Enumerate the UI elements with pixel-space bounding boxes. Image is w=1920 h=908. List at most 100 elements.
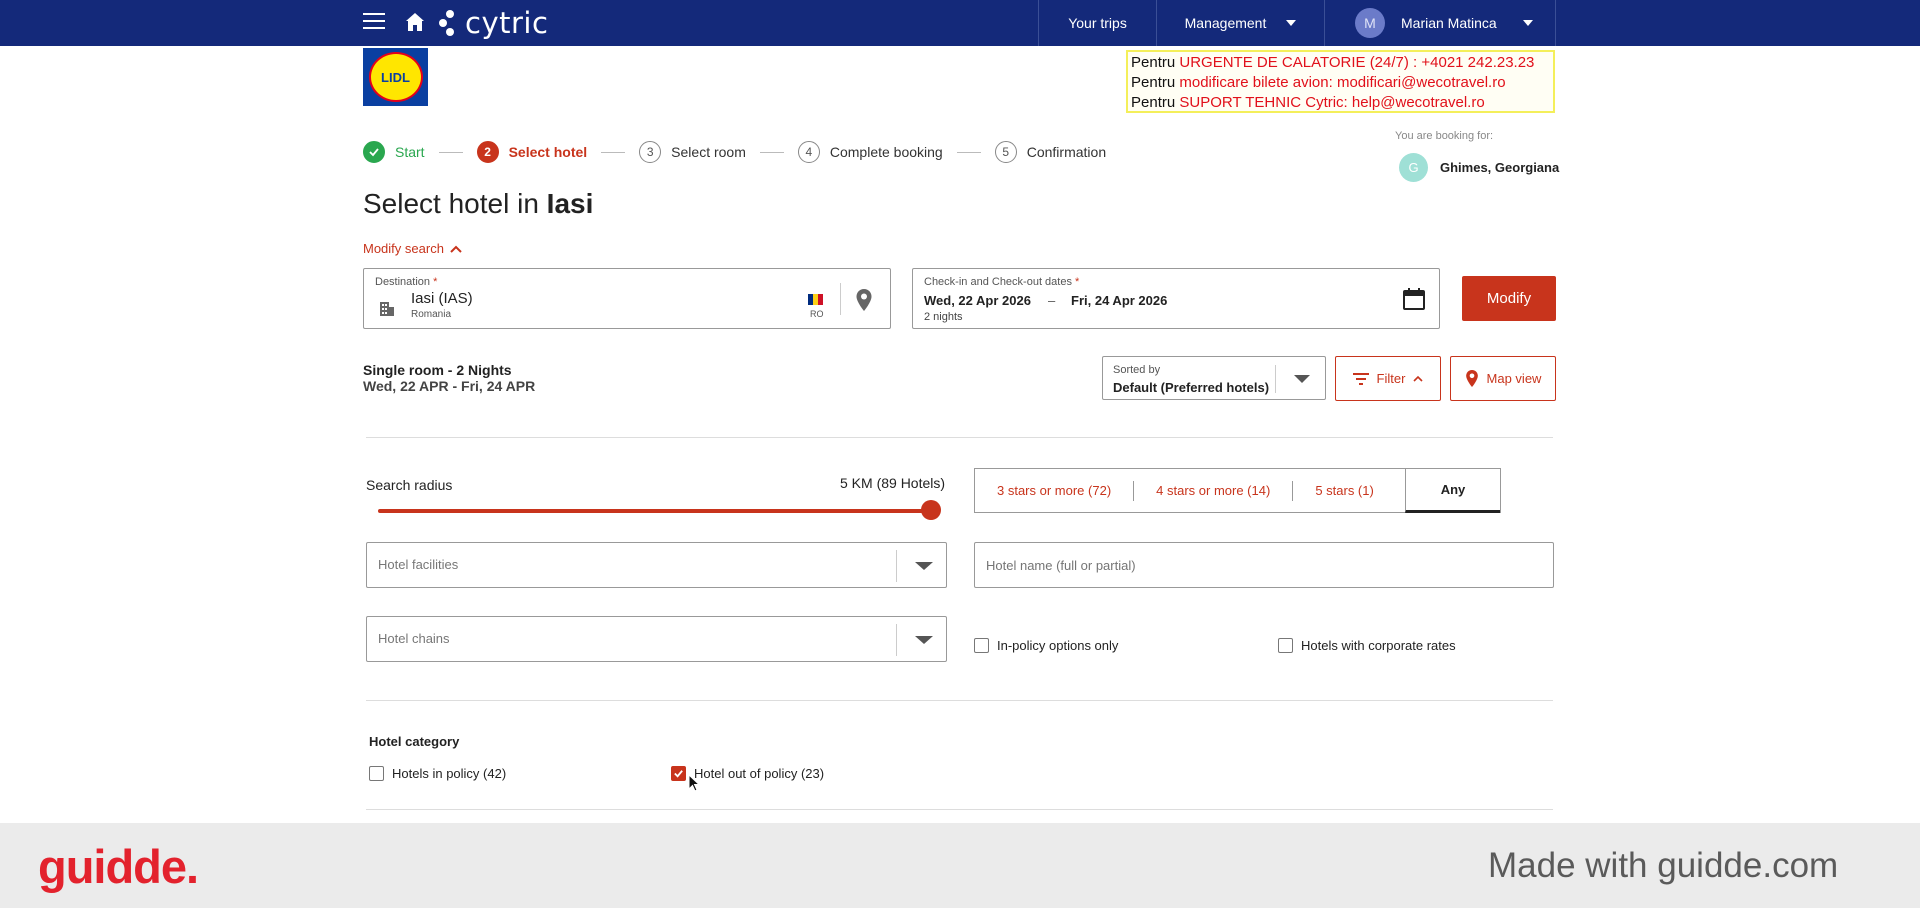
home-icon[interactable] xyxy=(403,10,427,34)
cytric-logo-icon xyxy=(439,10,454,36)
dates-label: Check-in and Check-out dates * xyxy=(924,276,1079,288)
step-label: Confirmation xyxy=(1026,144,1107,160)
nav-management[interactable]: Management xyxy=(1156,0,1324,46)
destination-label-text: Destination xyxy=(375,276,431,288)
divider xyxy=(366,809,1553,810)
check-icon xyxy=(363,141,385,163)
divider xyxy=(840,283,841,315)
dates-field[interactable]: Check-in and Check-out dates * Wed, 22 A… xyxy=(912,268,1440,329)
contact-line: Pentru SUPORT TEHNIC Cytric: help@wecotr… xyxy=(1131,93,1550,113)
star-option-3[interactable]: 3 stars or more (72) xyxy=(975,480,1135,501)
nav-your-trips[interactable]: Your trips xyxy=(1038,0,1156,46)
step-number: 3 xyxy=(639,141,662,163)
hotels-in-policy-checkbox[interactable]: Hotels in policy (42) xyxy=(369,766,506,781)
location-pin-icon xyxy=(1465,369,1478,388)
nav-menu: Your trips Management M Marian Matinca xyxy=(1038,0,1556,46)
step-confirmation: 5 Confirmation xyxy=(994,141,1107,163)
chevron-down-icon xyxy=(915,562,933,570)
corporate-rates-checkbox[interactable]: Hotels with corporate rates xyxy=(1278,638,1456,653)
checkbox-label: Hotel out of policy (23) xyxy=(694,766,825,781)
step-label: Complete booking xyxy=(829,144,943,160)
destination-value: Iasi (IAS) xyxy=(411,290,473,307)
contact-tech-support: SUPORT TEHNIC Cytric: help@wecotravel.ro xyxy=(1179,94,1485,111)
checkbox[interactable] xyxy=(974,638,989,653)
contact-line: Pentru URGENTE DE CALATORIE (24/7) : +40… xyxy=(1131,53,1550,73)
star-option-any[interactable]: Any xyxy=(1405,468,1500,513)
star-option-4[interactable]: 4 stars or more (14) xyxy=(1134,480,1294,501)
search-radius-label: Search radius xyxy=(366,477,453,493)
step-start[interactable]: Start xyxy=(363,141,425,163)
chevron-up-icon xyxy=(1413,375,1424,382)
search-radius-value: 5 KM (89 Hotels) xyxy=(840,475,946,491)
filter-button[interactable]: Filter xyxy=(1335,356,1441,401)
destination-field[interactable]: Destination * Iasi (IAS) Romania RO xyxy=(363,268,891,329)
country-code: RO xyxy=(810,309,824,319)
booking-stepper: Start 2 Select hotel 3 Select room 4 Com… xyxy=(363,141,1106,163)
page-title-city: Iasi xyxy=(546,188,594,219)
chevron-down-icon xyxy=(1522,20,1533,26)
step-divider xyxy=(759,151,784,153)
chevron-down-icon xyxy=(915,636,933,644)
destination-country: Romania xyxy=(411,309,452,320)
step-label: Select hotel xyxy=(508,144,588,160)
divider xyxy=(1275,365,1276,393)
divider xyxy=(366,700,1553,701)
map-view-label: Map view xyxy=(1486,371,1542,386)
nav-management-label: Management xyxy=(1184,15,1267,31)
date-summary: Wed, 22 APR - Fri, 24 APR xyxy=(363,378,536,394)
contact-prefix: Pentru xyxy=(1131,54,1180,71)
company-logo: LIDL xyxy=(363,48,428,106)
hotel-facilities-placeholder: Hotel facilities xyxy=(378,557,459,572)
checkbox[interactable] xyxy=(1278,638,1293,653)
top-nav: cytric Your trips Management M Marian Ma… xyxy=(0,0,1920,46)
step-label: Start xyxy=(395,144,425,160)
guidde-logo: guidde. xyxy=(38,840,199,893)
calendar-icon[interactable] xyxy=(1402,287,1426,311)
chevron-up-icon xyxy=(450,245,462,253)
step-divider xyxy=(438,151,463,153)
divider xyxy=(896,550,897,582)
star-option-5[interactable]: 5 stars (1) xyxy=(1293,481,1396,501)
booking-for-label: You are booking for: xyxy=(1395,130,1494,142)
in-policy-only-checkbox[interactable]: In-policy options only xyxy=(974,638,1118,653)
modify-button[interactable]: Modify xyxy=(1462,276,1556,321)
company-logo-text: LIDL xyxy=(381,69,410,85)
cytric-logo[interactable]: cytric xyxy=(437,6,548,40)
contact-prefix: Pentru xyxy=(1131,94,1180,111)
made-with-text: Made with guidde.com xyxy=(1488,846,1839,885)
dates-label-text: Check-in and Check-out dates xyxy=(924,276,1072,288)
sort-label: Sorted by xyxy=(1113,364,1161,376)
checkbox-label: Hotels with corporate rates xyxy=(1301,638,1456,653)
sort-dropdown[interactable]: Sorted by Default (Preferred hotels) xyxy=(1102,356,1326,400)
traveler: G Ghimes, Georgiana xyxy=(1399,153,1559,182)
checkbox-checked[interactable] xyxy=(671,766,686,781)
hotel-name-input[interactable] xyxy=(974,542,1554,588)
building-icon xyxy=(380,302,394,316)
user-menu[interactable]: M Marian Matinca xyxy=(1324,0,1556,46)
avatar: M xyxy=(1355,8,1385,38)
search-radius-slider[interactable] xyxy=(378,509,931,513)
required-marker: * xyxy=(433,276,438,288)
step-divider xyxy=(956,151,981,153)
map-view-button[interactable]: Map view xyxy=(1450,356,1556,401)
modify-search-toggle[interactable]: Modify search xyxy=(363,241,462,256)
company-logo-circle: LIDL xyxy=(368,52,423,102)
date-separator: – xyxy=(1048,293,1056,308)
chevron-down-icon xyxy=(1294,375,1310,383)
step-complete-booking: 4 Complete booking xyxy=(797,141,943,163)
hotel-facilities-dropdown[interactable]: Hotel facilities xyxy=(366,542,947,588)
traveler-avatar: G xyxy=(1399,153,1428,182)
hotel-chains-placeholder: Hotel chains xyxy=(378,631,450,646)
checkout-date: Fri, 24 Apr 2026 xyxy=(1071,293,1168,308)
checkbox[interactable] xyxy=(369,766,384,781)
hotel-category-title: Hotel category xyxy=(369,734,460,749)
slider-handle[interactable] xyxy=(921,500,941,520)
traveler-name: Ghimes, Georgiana xyxy=(1440,160,1560,175)
hotel-chains-dropdown[interactable]: Hotel chains xyxy=(366,616,947,662)
menu-icon[interactable] xyxy=(363,13,385,31)
nav-your-trips-label: Your trips xyxy=(1068,15,1127,31)
location-pin-icon[interactable] xyxy=(855,288,873,312)
divider xyxy=(366,437,1553,438)
step-number: 5 xyxy=(994,141,1017,163)
filter-label: Filter xyxy=(1376,371,1406,386)
